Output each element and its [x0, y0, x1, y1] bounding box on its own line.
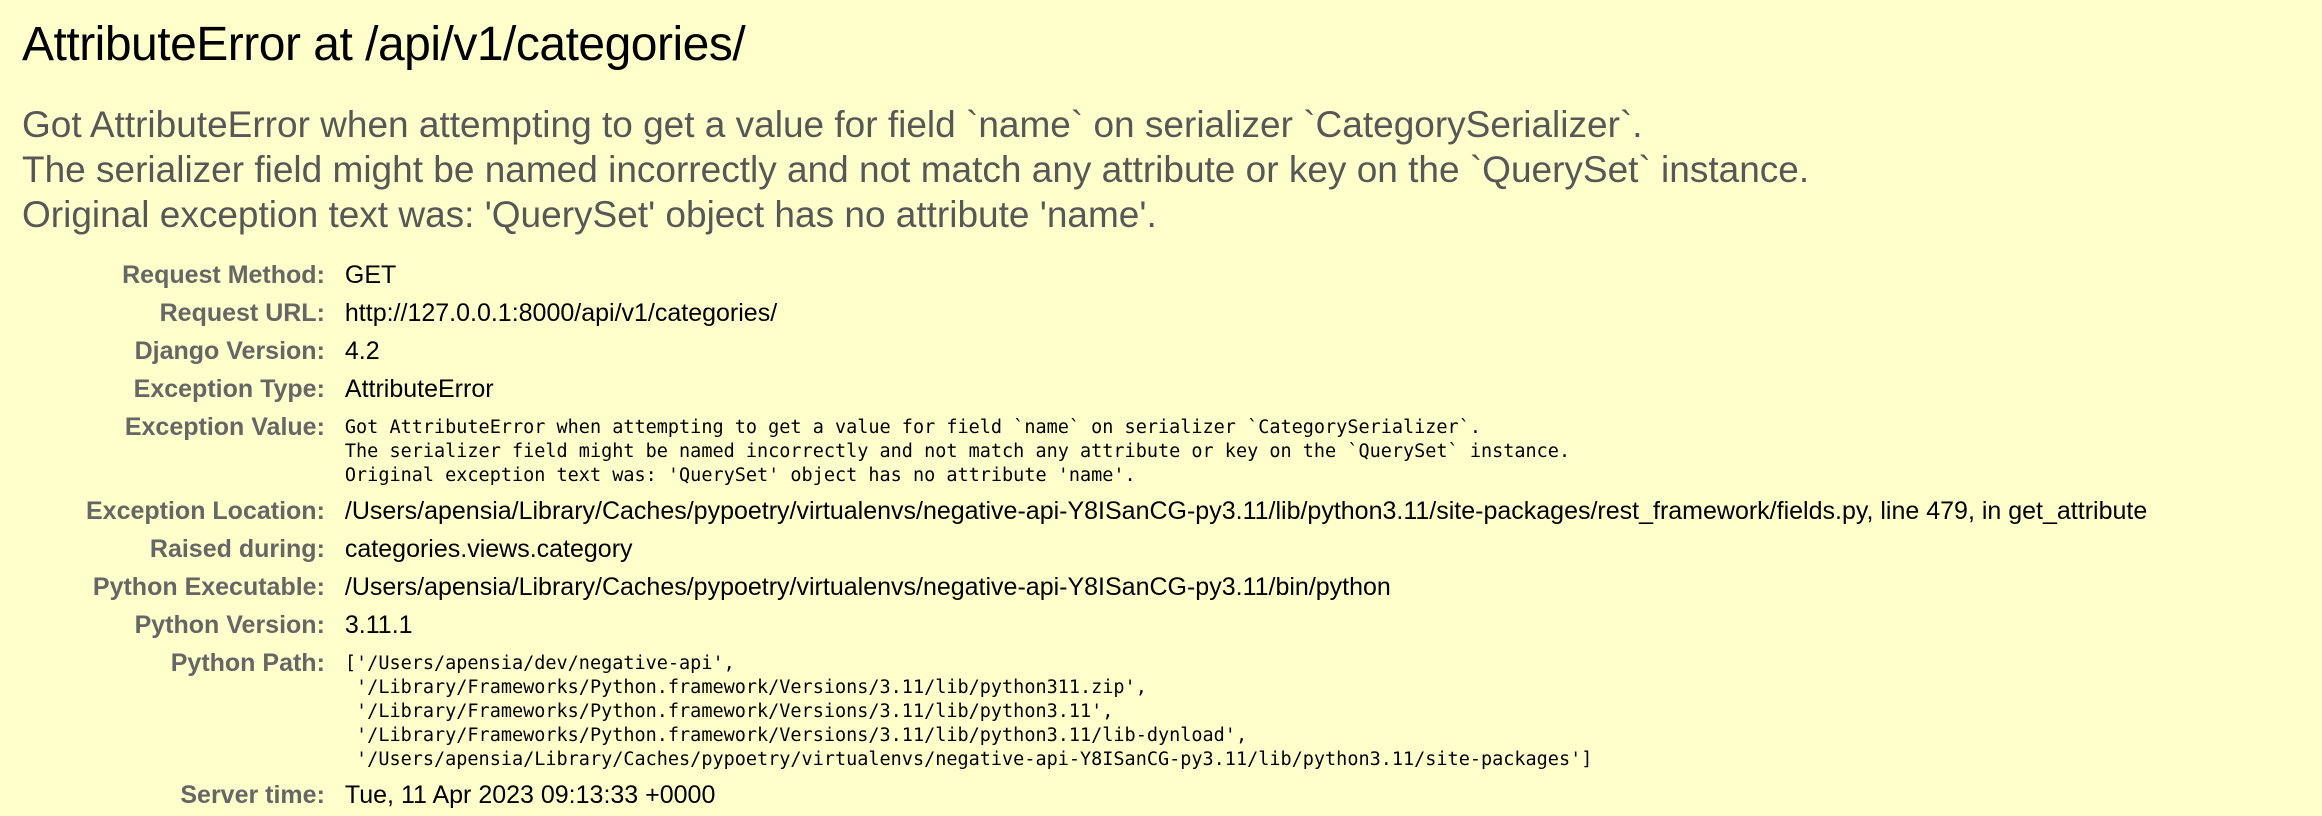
meta-row-exception-location: Exception Location: /Users/apensia/Libra… [86, 493, 2147, 531]
exception-location-value: /Users/apensia/Library/Caches/pypoetry/v… [344, 497, 2148, 525]
meta-label: Request URL: [159, 299, 325, 327]
python-executable-value: /Users/apensia/Library/Caches/pypoetry/v… [344, 573, 1391, 601]
meta-row-python-executable: Python Executable: /Users/apensia/Librar… [86, 569, 2147, 607]
meta-row-python-version: Python Version: 3.11.1 [86, 607, 2147, 645]
meta-label: Exception Value: [124, 413, 325, 441]
raised-during-value: categories.views.category [344, 535, 633, 563]
meta-row-request-url: Request URL: http://127.0.0.1:8000/api/v… [86, 295, 2147, 333]
meta-label: Request Method: [122, 261, 325, 289]
meta-label: Raised during: [149, 535, 325, 563]
meta-label: Exception Location: [86, 497, 325, 525]
exception-type-value: AttributeError [344, 375, 494, 403]
python-path-cell: ['/Users/apensia/dev/negative-api', '/Li… [345, 645, 2147, 777]
error-summary: AttributeError at /api/v1/categories/ Go… [0, 0, 2322, 815]
meta-row-django-version: Django Version: 4.2 [86, 333, 2147, 371]
django-version-value: 4.2 [344, 337, 380, 365]
request-method-value: GET [344, 261, 397, 289]
meta-row-exception-type: Exception Type: AttributeError [86, 371, 2147, 409]
exception-summary-text: Got AttributeError when attempting to ge… [22, 104, 1810, 235]
meta-label: Python Version: [134, 611, 325, 639]
page-title: AttributeError at /api/v1/categories/ [22, 18, 746, 71]
meta-row-server-time: Server time: Tue, 11 Apr 2023 09:13:33 +… [86, 777, 2147, 815]
python-path-text: ['/Users/apensia/dev/negative-api', '/Li… [344, 653, 1593, 770]
meta-row-exception-value: Exception Value: Got AttributeError when… [86, 409, 2147, 493]
exception-value-cell: Got AttributeError when attempting to ge… [345, 409, 2147, 493]
server-time-value: Tue, 11 Apr 2023 09:13:33 +0000 [344, 781, 716, 809]
request-url-value: http://127.0.0.1:8000/api/v1/categories/ [344, 299, 778, 327]
meta-label: Server time: [180, 781, 325, 809]
meta-label: Django Version: [134, 337, 325, 365]
exception-value-text: Got AttributeError when attempting to ge… [344, 417, 1571, 486]
python-version-value: 3.11.1 [344, 611, 413, 639]
meta-label: Exception Type: [133, 375, 325, 403]
request-meta-table: Request Method: GET Request URL: http://… [86, 257, 2147, 815]
meta-row-raised-during: Raised during: categories.views.category [86, 531, 2147, 569]
meta-row-request-method: Request Method: GET [86, 257, 2147, 295]
meta-row-python-path: Python Path: ['/Users/apensia/dev/negati… [86, 645, 2147, 777]
meta-label: Python Path: [170, 649, 325, 677]
meta-label: Python Executable: [92, 573, 325, 601]
